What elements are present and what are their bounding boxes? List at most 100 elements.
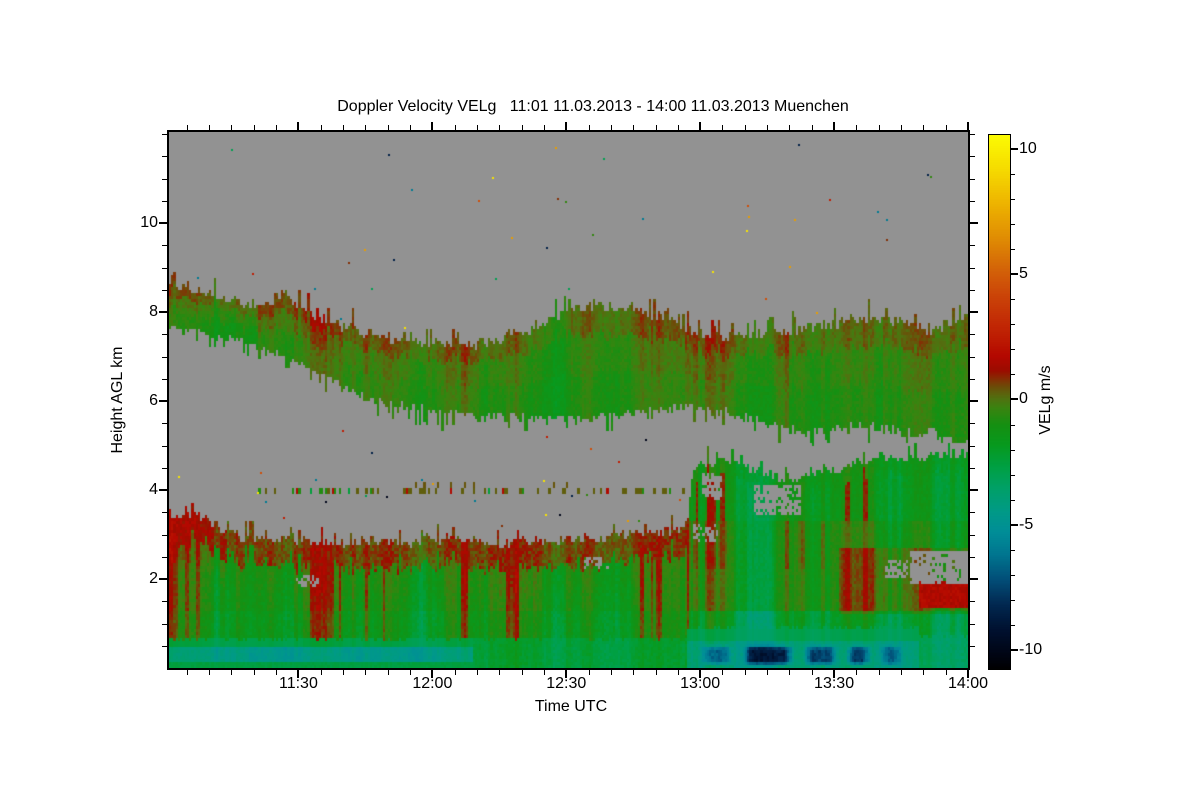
x-axis-minor-tick <box>610 125 612 130</box>
colorbar-minor-tick <box>1011 600 1015 602</box>
colorbar-minor-tick <box>1011 173 1015 175</box>
x-axis-minor-tick <box>945 670 947 675</box>
x-axis-minor-tick <box>365 670 367 675</box>
x-axis-minor-tick <box>878 670 880 675</box>
y-axis-minor-tick <box>970 645 975 647</box>
x-axis-minor-tick <box>454 670 456 675</box>
colorbar-minor-tick <box>1011 374 1015 376</box>
colorbar-minor-tick <box>1011 474 1015 476</box>
x-axis-minor-tick <box>343 670 345 675</box>
colorbar-minor-tick <box>1011 449 1015 451</box>
y-axis-minor-tick <box>162 200 167 202</box>
colorbar-tick-label: -10 <box>1019 641 1043 659</box>
y-axis-minor-tick <box>162 423 167 425</box>
x-axis-minor-tick <box>387 670 389 675</box>
y-axis-tick <box>970 400 978 403</box>
x-axis-minor-tick <box>410 125 412 130</box>
x-axis-minor-tick <box>476 125 478 130</box>
y-axis-minor-tick <box>970 623 975 625</box>
y-axis-minor-tick <box>162 534 167 536</box>
y-tick-label: 4 <box>149 481 158 499</box>
x-axis-minor-tick <box>588 125 590 130</box>
y-axis-minor-tick <box>970 601 975 603</box>
y-axis-tick <box>159 489 167 492</box>
x-axis-minor-tick <box>811 670 813 675</box>
colorbar-tick <box>1011 523 1018 526</box>
x-axis-minor-tick <box>767 125 769 130</box>
x-axis-minor-tick <box>789 670 791 675</box>
x-axis-minor-tick <box>521 670 523 675</box>
x-axis-minor-tick <box>320 125 322 130</box>
heatmap-canvas <box>169 132 968 668</box>
colorbar-tick <box>1011 649 1018 652</box>
y-axis-minor-tick <box>162 623 167 625</box>
x-axis-minor-tick <box>276 670 278 675</box>
y-axis-minor-tick <box>162 356 167 358</box>
colorbar-tick-label: 10 <box>1019 139 1037 157</box>
y-axis-minor-tick <box>162 378 167 380</box>
x-tick-label: 12:30 <box>546 675 587 692</box>
colorbar-canvas <box>988 134 1011 670</box>
x-axis-minor-tick <box>186 125 188 130</box>
x-axis-minor-tick <box>543 125 545 130</box>
x-axis-minor-tick <box>722 670 724 675</box>
y-axis-minor-tick <box>970 134 975 136</box>
x-tick-label: 14:00 <box>947 675 989 692</box>
x-axis-minor-tick <box>521 125 523 130</box>
x-axis-minor-tick <box>744 670 746 675</box>
colorbar-tick <box>1011 398 1018 401</box>
colorbar-minor-tick <box>1011 198 1015 200</box>
colorbar-minor-tick <box>1011 574 1015 576</box>
y-axis-minor-tick <box>970 178 975 180</box>
y-axis-minor-tick <box>970 467 975 469</box>
chart-title: Doppler Velocity VELg 11:01 11.03.2013 -… <box>337 98 849 115</box>
x-axis-minor-tick <box>655 670 657 675</box>
x-axis-minor-tick <box>543 670 545 675</box>
x-axis-minor-tick <box>476 670 478 675</box>
x-axis-minor-tick <box>677 670 679 675</box>
y-tick-label: 8 <box>149 303 158 321</box>
x-axis-minor-tick <box>923 125 925 130</box>
y-axis-minor-tick <box>970 289 975 291</box>
y-axis-minor-tick <box>162 512 167 514</box>
y-axis-minor-tick <box>970 512 975 514</box>
x-axis-minor-tick <box>878 125 880 130</box>
y-axis-minor-tick <box>162 601 167 603</box>
colorbar-minor-tick <box>1011 224 1015 225</box>
x-axis-minor-tick <box>231 670 233 675</box>
y-axis-minor-tick <box>970 556 975 558</box>
y-tick-label: 6 <box>149 392 158 410</box>
x-axis-minor-tick <box>633 125 635 130</box>
x-axis-minor-tick <box>677 125 679 130</box>
x-axis-minor-tick <box>789 125 791 130</box>
y-axis-minor-tick <box>970 423 975 425</box>
y-axis-minor-tick <box>970 156 975 158</box>
x-axis-minor-tick <box>499 670 501 675</box>
x-axis-minor-tick <box>209 670 211 675</box>
x-axis-minor-tick <box>253 670 255 675</box>
colorbar-minor-tick <box>1011 625 1015 627</box>
y-axis-minor-tick <box>162 134 167 136</box>
colorbar-minor-tick <box>1011 499 1015 501</box>
y-axis-minor-tick <box>970 267 975 269</box>
x-axis-minor-tick <box>856 670 858 675</box>
colorbar-minor-tick <box>1011 549 1015 551</box>
x-axis-tick <box>833 122 836 130</box>
y-axis-minor-tick <box>162 178 167 180</box>
y-axis-minor-tick <box>162 267 167 269</box>
x-tick-label: 13:00 <box>680 675 721 692</box>
x-axis-minor-tick <box>387 125 389 130</box>
y-axis-minor-tick <box>970 445 975 447</box>
y-tick-label: 10 <box>140 214 158 232</box>
x-axis-tick <box>699 122 702 130</box>
x-axis-label: Time UTC <box>534 698 608 715</box>
y-axis-minor-tick <box>970 200 975 202</box>
x-axis-minor-tick <box>945 125 947 130</box>
y-axis-tick <box>970 311 978 314</box>
x-axis-minor-tick <box>499 125 501 130</box>
colorbar-minor-tick <box>1011 349 1015 351</box>
y-axis-minor-tick <box>970 534 975 536</box>
y-axis-tick <box>159 222 167 225</box>
y-axis-minor-tick <box>970 245 975 247</box>
colorbar-tick <box>1011 273 1018 276</box>
